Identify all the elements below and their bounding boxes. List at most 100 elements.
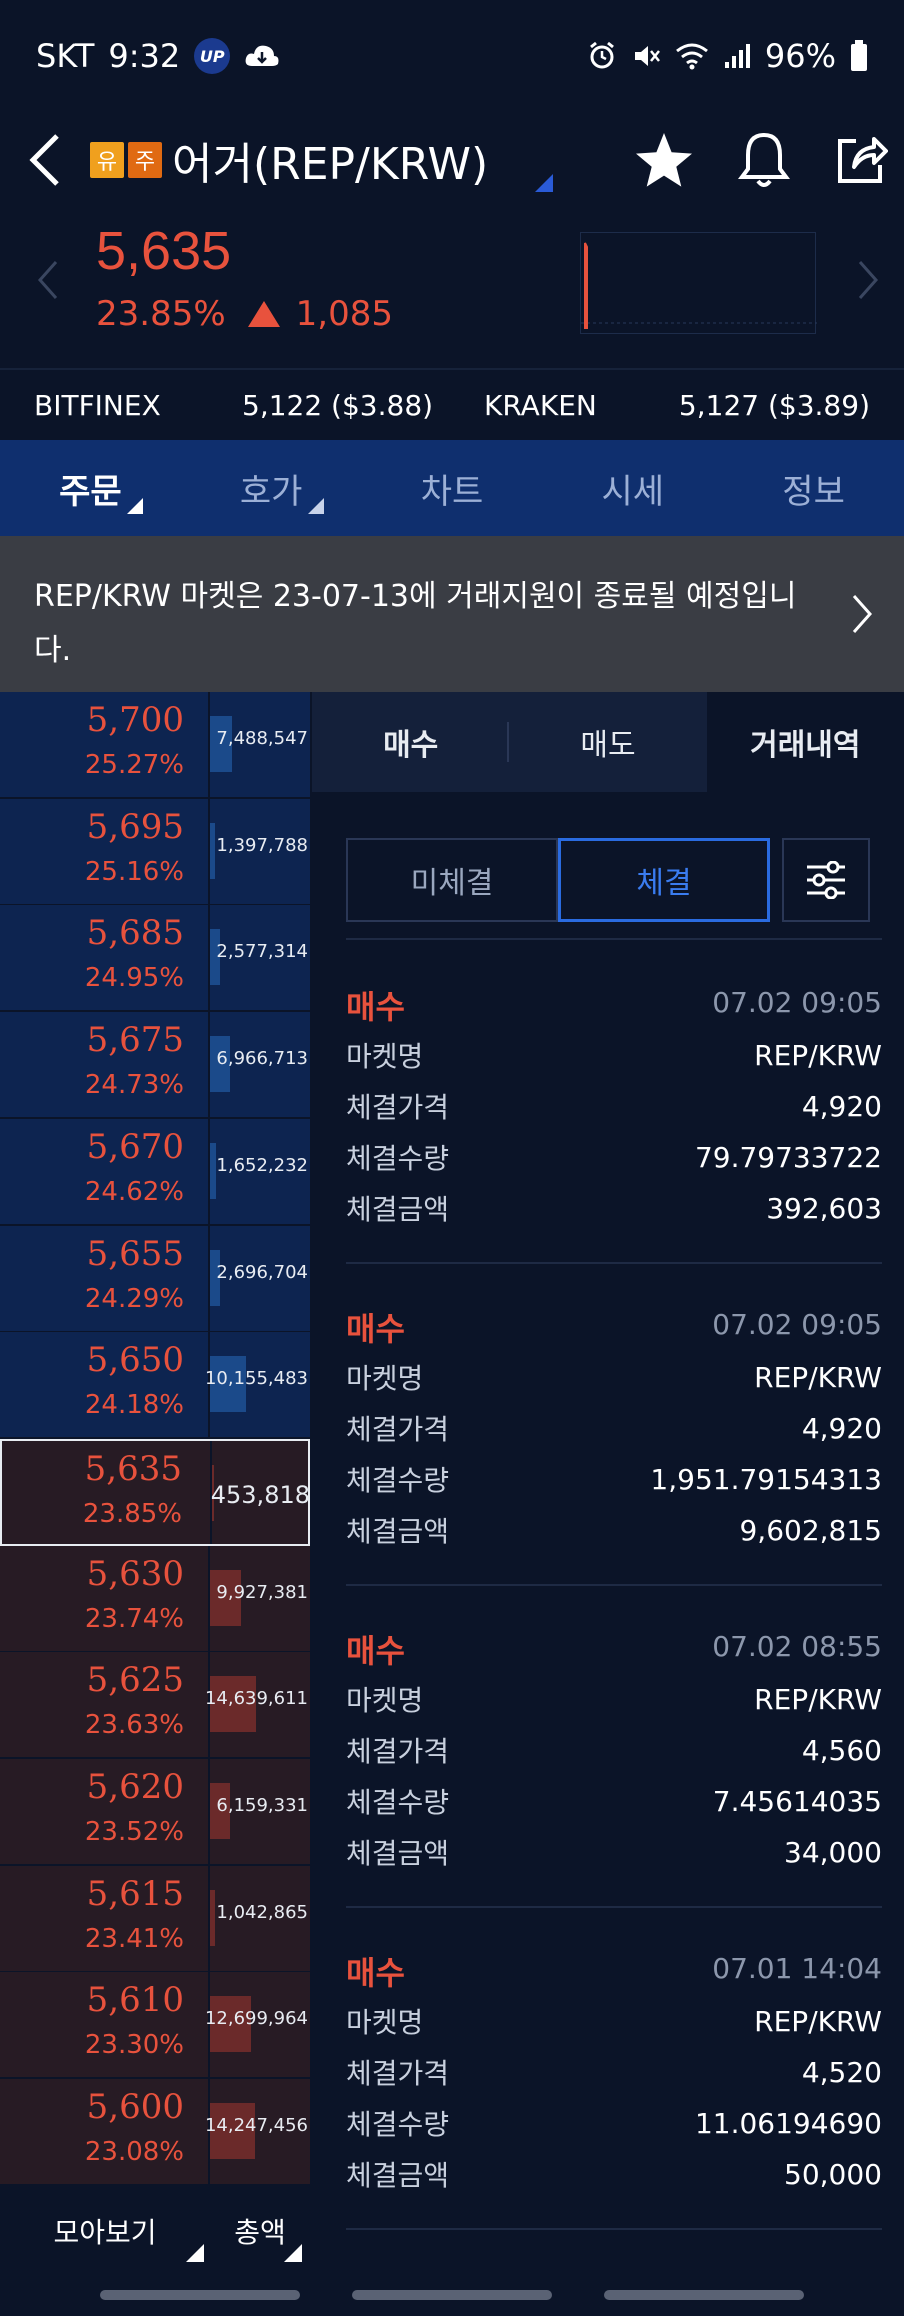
- orderbook-percent: 23.63%: [84, 1710, 184, 1741]
- collect-view-button[interactable]: 모아보기: [0, 2186, 210, 2276]
- orderbook-row[interactable]: 5,700 25.27% 7,488,547: [0, 692, 310, 799]
- subtab-history-label: 거래내역: [750, 728, 861, 763]
- delisting-notice[interactable]: REP/KRW 마켓은 23-07-13에 거래지원이 종료될 예정입니다.: [0, 536, 904, 692]
- orderbook-row[interactable]: 5,620 23.52% 6,159,331: [0, 1759, 310, 1866]
- trade-time: 07.02 09:05: [712, 1308, 882, 1341]
- orderbook-price: 5,635: [84, 1448, 182, 1489]
- trade-value-market: REP/KRW: [754, 1360, 882, 1394]
- orderbook-row[interactable]: 5,630 23.74% 9,927,381: [0, 1545, 310, 1653]
- trade-record[interactable]: 매수 07.01 14:04 마켓명 REP/KRW 체결가격 4,520 체결수량 11.0…: [346, 1948, 882, 2248]
- star-icon[interactable]: [634, 131, 694, 189]
- tab-market-price[interactable]: 시세: [542, 440, 723, 536]
- orderbook-percent: 23.85%: [82, 1498, 182, 1529]
- orderbook-row[interactable]: 5,610 23.30% 12,699,964: [0, 1972, 310, 2080]
- trade-record[interactable]: 매수 07.02 09:05 마켓명 REP/KRW 체결가격 4,920 체결수량 79.7…: [346, 982, 882, 1282]
- trade-record[interactable]: 매수 07.02 09:05 마켓명 REP/KRW 체결가격 4,920 체결수량 1,95…: [346, 1304, 882, 1604]
- trade-type: 매수: [346, 1310, 405, 1348]
- orderbook-price: 5,650: [86, 1340, 184, 1381]
- back-button[interactable]: [0, 112, 90, 208]
- trade-field-market: 마켓명 REP/KRW: [346, 1676, 882, 1722]
- tab-corner-icon: [307, 498, 324, 514]
- orderbook-volume: 10,155,483: [204, 1368, 308, 1390]
- dropdown-corner-icon: [186, 2244, 204, 2262]
- orderbook-row[interactable]: 5,695 25.16% 1,397,788: [0, 798, 310, 906]
- trade-field-price: 체결가격 4,520: [346, 2049, 882, 2095]
- trade-label-price: 체결가격: [346, 1735, 450, 1768]
- share-icon[interactable]: [834, 133, 888, 187]
- orderbook-row[interactable]: 5,685 24.95% 2,577,314: [0, 905, 310, 1013]
- filter-settings-button[interactable]: [782, 838, 870, 922]
- trade-label-price: 체결가격: [346, 1413, 450, 1446]
- status-bar: SKT 9:32 UP 96%: [0, 0, 904, 112]
- orderbook-price: 5,700: [86, 700, 184, 740]
- orderbook-percent: 23.41%: [84, 1923, 184, 1954]
- trade-record[interactable]: 매수 07.02 08:55 마켓명 REP/KRW 체결가격 4,560 체결수량 7.45…: [346, 1626, 882, 1926]
- mini-chart[interactable]: [580, 232, 817, 334]
- bell-icon[interactable]: [738, 131, 790, 189]
- subtab-buy[interactable]: 매수: [312, 692, 510, 792]
- subtab-sell[interactable]: 매도: [509, 692, 706, 792]
- tab-orderbook[interactable]: 호가: [181, 440, 362, 536]
- gesture-bar: [0, 2276, 904, 2316]
- exchange-name-2: KRAKEN: [484, 388, 597, 422]
- total-toggle-button[interactable]: 총액: [210, 2186, 310, 2276]
- filled-filter-button[interactable]: 체결: [558, 838, 770, 922]
- orderbook-row[interactable]: 5,600 23.08% 14,247,456: [0, 2079, 310, 2187]
- tab-info-label: 정보: [782, 471, 845, 512]
- trade-time: 07.02 08:55: [712, 1630, 882, 1663]
- trade-label-qty: 체결수량: [346, 1786, 450, 1819]
- chevron-right-icon: [852, 595, 873, 633]
- change-amount: 1,085: [295, 294, 393, 334]
- orderbook-percent: 23.30%: [84, 2030, 184, 2061]
- price-summary: 5,635 23.85% 1,085: [0, 208, 904, 368]
- prev-market-icon[interactable]: [36, 260, 60, 300]
- trade-label-market: 마켓명: [346, 1040, 424, 1073]
- subtab-history[interactable]: 거래내역: [706, 692, 904, 792]
- orderbook-row[interactable]: 5,670 24.62% 1,652,232: [0, 1118, 310, 1226]
- orderbook-row[interactable]: 5,650 24.18% 10,155,483: [0, 1332, 310, 1440]
- orderbook-percent: 24.95%: [84, 963, 184, 994]
- trade-value-market: REP/KRW: [754, 1038, 882, 1072]
- orderbook-price: 5,670: [86, 1126, 184, 1167]
- app-header: 유 주 어거(REP/KRW): [0, 112, 904, 208]
- gesture-handle: [604, 2290, 804, 2300]
- orderbook-volume-cell: 2,577,314: [208, 905, 310, 1011]
- market-dropdown-icon[interactable]: [535, 174, 553, 192]
- main-tabs: 주문 호가 차트 시세 정보: [0, 440, 904, 536]
- orderbook-row-current[interactable]: 5,635 23.85% 453,818: [0, 1438, 310, 1546]
- trade-label-amount: 체결금액: [346, 2159, 450, 2192]
- orderbook-volume: 2,577,314: [216, 941, 308, 963]
- tab-chart[interactable]: 차트: [362, 440, 543, 536]
- tab-orderbook-label: 호가: [239, 471, 303, 512]
- dropdown-corner-icon: [284, 2244, 302, 2262]
- orderbook-volume: 7,488,547: [216, 728, 308, 749]
- next-market-icon[interactable]: [856, 260, 880, 300]
- orderbook-volume-cell: 6,159,331: [208, 1759, 310, 1864]
- trade-field-market: 마켓명 REP/KRW: [346, 1032, 882, 1078]
- orderbook-volume-cell: 10,155,483: [204, 1332, 310, 1438]
- orderbook-volume: 12,699,964: [204, 2008, 308, 2030]
- orderbook-price: 5,625: [86, 1660, 184, 1701]
- trade-time: 07.01 14:04: [712, 1952, 882, 1985]
- market-title[interactable]: 어거(REP/KRW): [172, 128, 488, 192]
- orderbook-row[interactable]: 5,625 23.63% 14,639,611: [0, 1652, 310, 1760]
- trade-value-qty: 7.45614035: [712, 1784, 882, 1818]
- orderbook-volume-cell: 2,696,704: [208, 1225, 310, 1331]
- total-toggle-label: 총액: [234, 2216, 286, 2249]
- trade-panel: 매수 매도 거래내역 미체결 체결 매수 07.02 09:05 마켓명 REP/KR…: [312, 692, 904, 2316]
- orderbook-footer: 모아보기 총액: [0, 2186, 310, 2276]
- orderbook-row[interactable]: 5,655 24.29% 2,696,704: [0, 1225, 310, 1333]
- orderbook-row[interactable]: 5,675 24.73% 6,966,713: [0, 1012, 310, 1120]
- trade-field-qty: 체결수량 1,951.79154313: [346, 1456, 882, 1502]
- orderbook-volume-cell: 12,699,964: [204, 1972, 310, 2078]
- pending-filter-button[interactable]: 미체결: [346, 838, 558, 922]
- history-filter: 미체결 체결: [346, 838, 882, 922]
- orderbook-volume-cell: 14,639,611: [205, 1652, 310, 1758]
- orderbook-price: 5,675: [86, 1020, 184, 1061]
- tab-info[interactable]: 정보: [723, 440, 904, 536]
- tab-order[interactable]: 주문: [0, 440, 181, 536]
- trade-value-amount: 50,000: [784, 2157, 882, 2191]
- orderbook-row[interactable]: 5,615 23.41% 1,042,865: [0, 1865, 310, 1973]
- app-root: { "status": {"carrier":"SKT","time":"9:3…: [0, 0, 904, 2316]
- orderbook-price: 5,615: [86, 1873, 184, 1914]
